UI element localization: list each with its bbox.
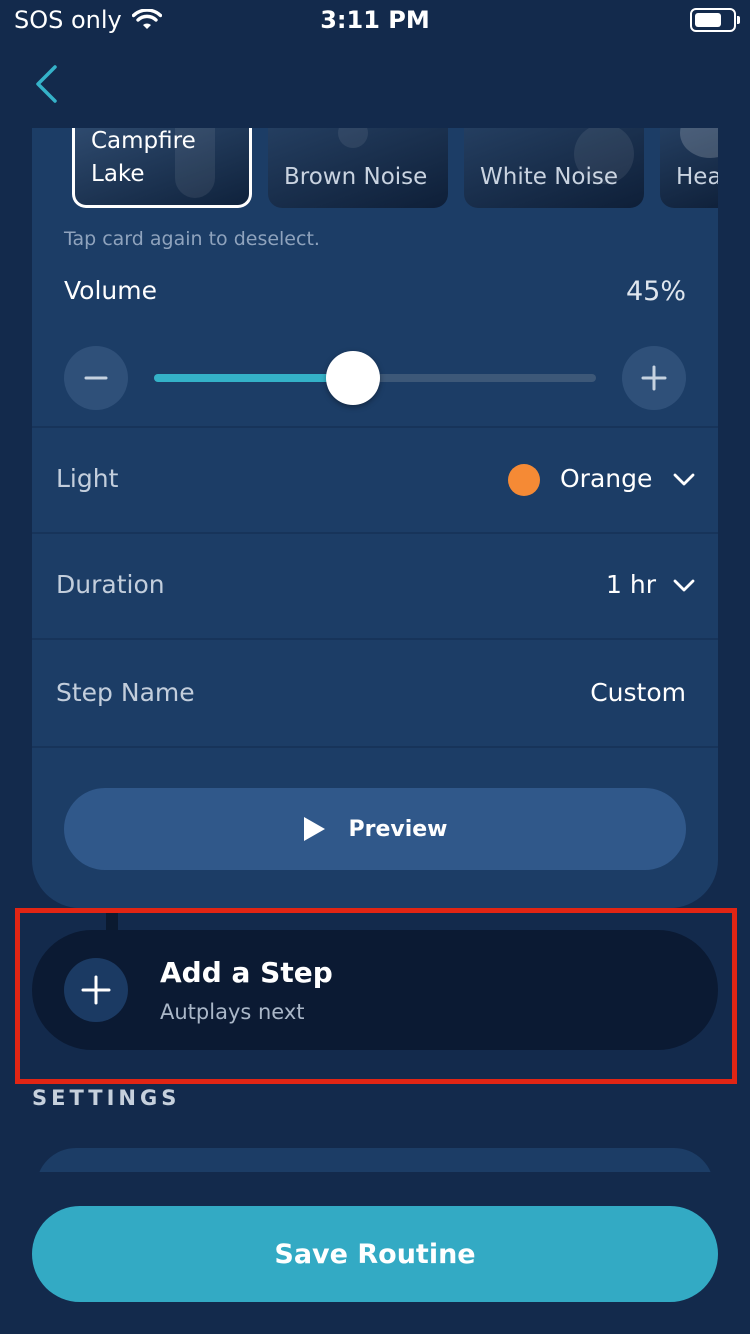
- divider: [32, 746, 718, 748]
- sound-card-brown-noise[interactable]: Brown Noise: [268, 128, 448, 208]
- play-icon: [304, 817, 326, 841]
- step-card: Campfire Lake Brown Noise White Noise He…: [32, 128, 718, 908]
- deselect-hint: Tap card again to deselect.: [64, 228, 320, 250]
- volume-decrease-button[interactable]: [64, 346, 128, 410]
- minus-icon: [84, 376, 108, 380]
- volume-slider-thumb[interactable]: [325, 351, 380, 405]
- duration-row[interactable]: Duration 1 hr: [32, 534, 718, 638]
- battery-icon: [690, 8, 740, 32]
- light-value: Orange: [560, 464, 653, 493]
- chevron-down-icon: [673, 473, 695, 486]
- plus-icon: [641, 365, 667, 391]
- add-step-plus: [64, 958, 128, 1022]
- sound-card-label: Hea: [676, 164, 718, 190]
- sound-card-art: [338, 128, 368, 148]
- light-row[interactable]: Light Orange: [32, 428, 718, 532]
- plus-icon: [81, 975, 111, 1005]
- status-time: 3:11 PM: [320, 6, 430, 34]
- settings-heading: SETTINGS: [32, 1086, 181, 1110]
- sound-card-art: [175, 128, 215, 198]
- step-connector: [106, 908, 118, 932]
- light-color-swatch: [508, 464, 540, 496]
- status-bar: SOS only 3:11 PM: [0, 0, 750, 42]
- sound-card-partial[interactable]: Hea: [660, 128, 718, 208]
- volume-label: Volume: [64, 276, 157, 305]
- add-step-title: Add a Step: [160, 956, 333, 989]
- back-button[interactable]: [24, 60, 68, 108]
- volume-value: 45%: [625, 276, 686, 307]
- preview-label: Preview: [348, 816, 448, 842]
- sound-card-art: [574, 128, 634, 184]
- light-label: Light: [56, 464, 119, 493]
- duration-value: 1 hr: [606, 570, 656, 599]
- sound-card-white-noise[interactable]: White Noise: [464, 128, 644, 208]
- save-routine-label: Save Routine: [274, 1238, 476, 1270]
- sound-carousel[interactable]: Campfire Lake Brown Noise White Noise He…: [32, 128, 718, 210]
- volume-slider-fill: [154, 374, 353, 382]
- sound-card-label: Brown Noise: [284, 164, 428, 190]
- duration-label: Duration: [56, 570, 165, 599]
- step-name-label: Step Name: [56, 678, 195, 707]
- save-routine-button[interactable]: Save Routine: [32, 1206, 718, 1302]
- step-name-value: Custom: [590, 678, 686, 707]
- volume-increase-button[interactable]: [622, 346, 686, 410]
- step-name-row[interactable]: Step Name Custom: [32, 640, 718, 744]
- sound-card-art: [680, 128, 718, 158]
- volume-slider[interactable]: [154, 351, 596, 405]
- chevron-left-icon: [36, 65, 57, 103]
- chevron-down-icon: [673, 579, 695, 592]
- add-step-subtitle: Autplays next: [160, 1000, 305, 1024]
- add-step-button[interactable]: Add a Step Autplays next: [32, 930, 718, 1050]
- sound-card-campfire-lake[interactable]: Campfire Lake: [72, 128, 252, 208]
- preview-button[interactable]: Preview: [64, 788, 686, 870]
